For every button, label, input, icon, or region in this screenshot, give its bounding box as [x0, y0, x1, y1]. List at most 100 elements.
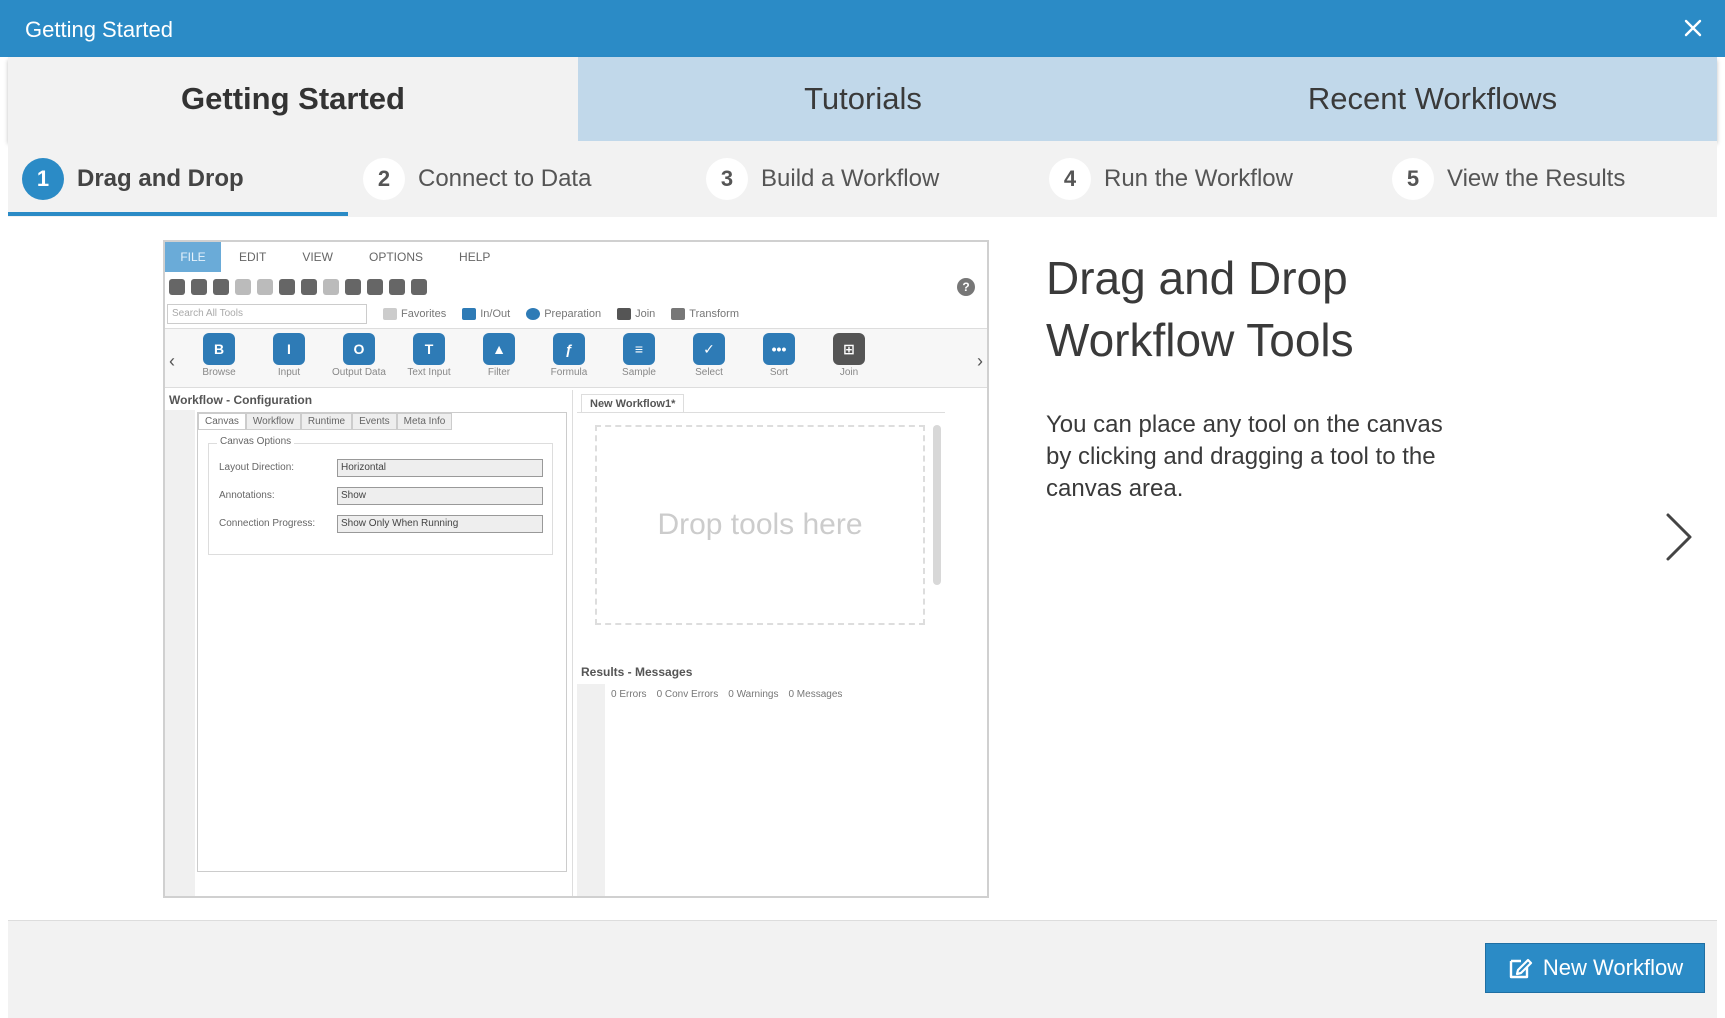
close-button[interactable] — [1677, 12, 1709, 44]
stat-messages: 0 Messages — [788, 688, 843, 700]
save-icon — [213, 279, 229, 295]
configuration-title: Workflow - Configuration — [169, 393, 313, 407]
config-tab-runtime: Runtime — [300, 413, 353, 430]
app-toolbar — [169, 276, 427, 298]
content-panel: FILE EDIT VIEW OPTIONS HELP ? Search All… — [8, 217, 1717, 920]
canvas-options-group: Canvas Options Layout Direction: Horizont… — [208, 436, 553, 555]
cut-icon — [235, 279, 251, 295]
step-label: Build a Workflow — [761, 165, 940, 192]
config-tab-canvas: Canvas — [198, 413, 246, 430]
step-number: 1 — [22, 158, 64, 200]
palette-right-arrow-icon: › — [977, 351, 983, 371]
undo-icon — [301, 279, 317, 295]
tab-recent-workflows[interactable]: Recent Workflows — [1148, 57, 1717, 141]
tool-palette: ‹ B Browse I Input O Output Data T Text Inpu… — [165, 328, 987, 388]
step-view-the-results[interactable]: 5 View the Results — [1392, 157, 1625, 201]
help-icon: ? — [957, 278, 975, 296]
tool-output-data: O Output Data — [329, 333, 389, 378]
tab-tutorials[interactable]: Tutorials — [578, 57, 1148, 141]
config-tab-meta-info: Meta Info — [396, 413, 453, 430]
workflow-tab: New Workflow1* — [581, 394, 685, 412]
palette-left-arrow-icon: ‹ — [169, 351, 175, 371]
step-build-a-workflow[interactable]: 3 Build a Workflow — [706, 157, 939, 201]
configuration-body: Canvas Workflow Runtime Events Meta Info… — [197, 412, 567, 872]
zoom-in-icon — [367, 279, 383, 295]
step-number: 5 — [1392, 158, 1434, 200]
tool-join: ⊞ Join — [819, 333, 879, 378]
drop-zone: Drop tools here — [595, 425, 925, 625]
run-icon — [411, 279, 427, 295]
tab-getting-started[interactable]: Getting Started — [8, 57, 578, 141]
tool-browse: B Browse — [189, 333, 249, 378]
redo-icon — [323, 279, 339, 295]
step-headline: Drag and Drop Workflow Tools — [1046, 247, 1354, 371]
chevron-right-icon — [1666, 513, 1692, 561]
main-tabs: Getting Started Tutorials Recent Workflo… — [8, 57, 1717, 141]
step-drag-and-drop[interactable]: 1 Drag and Drop — [22, 157, 244, 201]
active-step-indicator — [8, 212, 348, 216]
step-label: Connect to Data — [418, 165, 592, 192]
next-step-button[interactable] — [1658, 497, 1698, 577]
step-number: 3 — [706, 158, 748, 200]
tool-text-input: T Text Input — [399, 333, 459, 378]
step-bar: 1 Drag and Drop 2 Connect to Data 3 Buil… — [8, 141, 1717, 217]
headline-line-1: Drag and Drop — [1046, 252, 1348, 304]
step-label: Run the Workflow — [1104, 165, 1293, 192]
step-connect-to-data[interactable]: 2 Connect to Data — [363, 157, 591, 201]
stat-warnings: 0 Warnings — [728, 688, 779, 700]
results-title: Results - Messages — [581, 665, 693, 679]
copy-icon — [257, 279, 273, 295]
window-title: Getting Started — [25, 17, 173, 42]
canvas-options-label: Canvas Options — [217, 436, 295, 447]
menu-file: FILE — [165, 242, 221, 272]
menu-help: HELP — [459, 250, 491, 264]
step-number: 2 — [363, 158, 405, 200]
configuration-sidebar — [165, 410, 195, 896]
tutorial-screenshot: FILE EDIT VIEW OPTIONS HELP ? Search All… — [163, 240, 989, 898]
footer: New Workflow — [8, 920, 1717, 1018]
tool-search-input: Search All Tools — [167, 304, 367, 324]
tool-formula: ƒ Formula — [539, 333, 599, 378]
zoom-out-icon — [389, 279, 405, 295]
step-description: You can place any tool on the canvas by … — [1046, 411, 1443, 502]
step-label: View the Results — [1447, 165, 1626, 192]
category-favorites: Favorites — [383, 308, 446, 320]
menu-options: OPTIONS — [369, 250, 424, 264]
tool-sample: ≡ Sample — [609, 333, 669, 378]
category-join: Join — [617, 308, 655, 320]
results-sidebar — [577, 684, 605, 896]
stat-conv-errors: 0 Conv Errors — [656, 688, 719, 700]
close-icon — [1684, 19, 1702, 37]
stat-errors: 0 Errors — [611, 688, 647, 700]
option-connection-progress: Connection Progress: Show Only When Runni… — [219, 514, 543, 533]
workflow-canvas: Drop tools here — [577, 412, 945, 644]
app-menubar: FILE EDIT VIEW OPTIONS HELP — [165, 242, 987, 272]
tool-filter: ▲ Filter — [469, 333, 529, 378]
config-tab-events: Events — [352, 413, 397, 430]
paste-icon — [279, 279, 295, 295]
tool-search-row: Search All Tools Favorites In/Out Prepar… — [167, 302, 987, 326]
option-layout-direction: Layout Direction: Horizontal — [219, 458, 543, 477]
new-workflow-label: New Workflow — [1542, 955, 1684, 980]
menu-view: VIEW — [302, 250, 334, 264]
configuration-pane: Workflow - Configuration Canvas Workflow… — [165, 390, 573, 896]
category-in-out: In/Out — [462, 308, 510, 320]
new-icon — [169, 279, 185, 295]
headline-line-2: Workflow Tools — [1046, 314, 1354, 366]
config-tab-workflow: Workflow — [245, 413, 301, 430]
tool-input: I Input — [259, 333, 319, 378]
step-run-the-workflow[interactable]: 4 Run the Workflow — [1049, 157, 1293, 201]
results-stats: 0 Errors 0 Conv Errors 0 Warnings 0 Mess… — [577, 684, 987, 704]
tool-select: ✓ Select — [679, 333, 739, 378]
tool-sort: ••• Sort — [749, 333, 809, 378]
step-number: 4 — [1049, 158, 1091, 200]
title-bar: Getting Started — [0, 0, 1725, 57]
option-annotations: Annotations: Show — [219, 486, 543, 505]
category-transform: Transform — [671, 308, 739, 320]
new-workflow-button[interactable]: New Workflow — [1485, 943, 1705, 993]
step-label: Drag and Drop — [77, 165, 244, 192]
open-icon — [191, 279, 207, 295]
refresh-icon — [345, 279, 361, 295]
edit-icon — [1509, 958, 1533, 979]
menu-edit: EDIT — [239, 250, 267, 264]
